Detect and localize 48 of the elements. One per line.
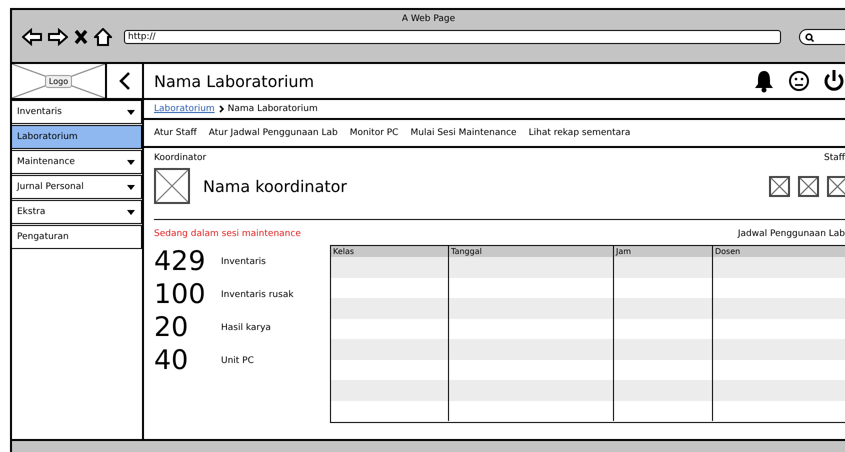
stat-label: Inventaris rusak (221, 290, 294, 300)
forward-icon[interactable] (48, 28, 68, 46)
sidebar-item[interactable]: Inventaris (12, 100, 142, 124)
search-icon (805, 32, 814, 42)
nav-tab[interactable]: Atur Jadwal Penggunaan Lab (208, 128, 338, 138)
sidebar-item[interactable]: Ekstra (12, 200, 142, 224)
home-icon[interactable] (94, 28, 112, 46)
stat-value: 40 (154, 345, 190, 376)
column-header: Jam (613, 246, 712, 257)
stat-value: 20 (154, 312, 190, 343)
address-field[interactable]: http:// (124, 30, 781, 44)
nav-tab[interactable]: Lihat rekap sementara (528, 128, 630, 138)
close-icon[interactable] (74, 29, 88, 45)
search-field[interactable] (799, 29, 845, 45)
face-icon[interactable] (788, 70, 810, 92)
koordinator-label: Koordinator (154, 153, 206, 163)
sidebar-item[interactable]: Jurnal Personal (12, 175, 142, 199)
chevron-left-icon (118, 71, 130, 91)
stat-value: 100 (154, 279, 207, 310)
koordinator-name: Nama koordinator (203, 176, 348, 196)
sidebar-item[interactable]: Laboratorium (12, 125, 142, 149)
stat-label: Unit PC (221, 356, 254, 366)
power-icon[interactable] (823, 69, 845, 93)
nav-tab[interactable]: Monitor PC (350, 128, 398, 138)
page-title: Nama Laboratorium (153, 72, 316, 90)
avatar-placeholder-icon (798, 176, 819, 196)
breadcrumb-current: Nama Laboratorium (228, 104, 318, 114)
column-header: Tanggal (448, 246, 613, 257)
nav-tab[interactable]: Mulai Sesi Maintenance (410, 128, 517, 138)
stat-value: 429 (154, 246, 207, 277)
logo-label: Logo (44, 74, 72, 88)
table-title: Jadwal Penggunaan Lab (738, 229, 845, 239)
sidebar-item[interactable]: Maintenance (12, 150, 142, 174)
breadcrumb-link[interactable]: Laboratorium (154, 104, 215, 114)
stat-label: Inventaris (221, 256, 266, 266)
stat-label: Hasil karya (221, 322, 271, 332)
window-title: A Web Page (400, 13, 456, 24)
nav-tab[interactable]: Atur Staff (154, 128, 197, 138)
status-text: Sedang dalam sesi maintenance (154, 229, 301, 239)
bell-icon[interactable] (753, 69, 775, 93)
avatar-placeholder-icon (769, 176, 790, 196)
column-header: Kelas (331, 246, 448, 257)
column-header: Dosen (712, 246, 845, 257)
back-icon[interactable] (22, 28, 42, 46)
staff-label: Staff (824, 153, 845, 163)
chevron-right-icon (218, 105, 224, 113)
avatar-placeholder-icon (154, 168, 190, 204)
sidebar-item[interactable]: Pengaturan (12, 225, 142, 249)
